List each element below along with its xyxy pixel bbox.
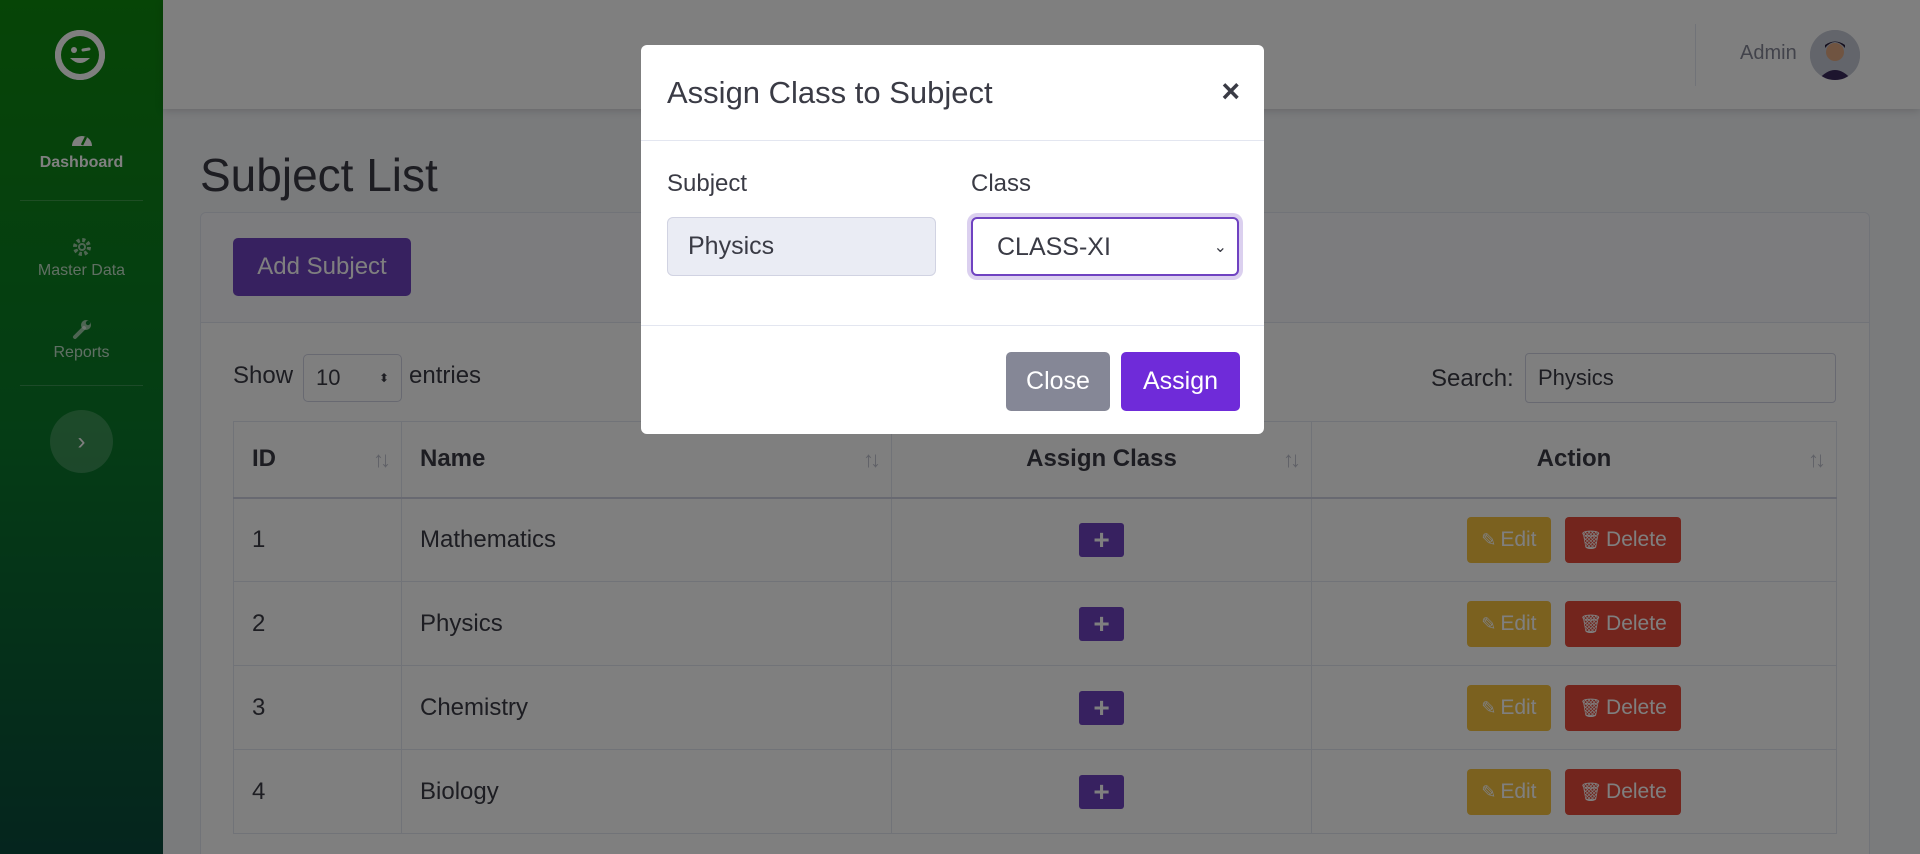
assign-button[interactable]: Assign bbox=[1121, 352, 1240, 411]
subject-label: Subject bbox=[667, 170, 748, 197]
subject-field[interactable]: Physics bbox=[667, 217, 936, 276]
class-select[interactable]: CLASS-XI ⌄ bbox=[971, 217, 1239, 276]
class-select-value: CLASS-XI bbox=[997, 233, 1111, 261]
modal-title: Assign Class to Subject bbox=[667, 75, 993, 110]
assign-class-modal: Assign Class to Subject × Subject Physic… bbox=[641, 45, 1264, 434]
modal-header: Assign Class to Subject × bbox=[641, 45, 1264, 141]
class-label: Class bbox=[971, 170, 1032, 197]
close-icon[interactable]: × bbox=[1221, 73, 1240, 110]
chevron-down-icon: ⌄ bbox=[1213, 239, 1227, 256]
close-button[interactable]: Close bbox=[1006, 352, 1110, 411]
